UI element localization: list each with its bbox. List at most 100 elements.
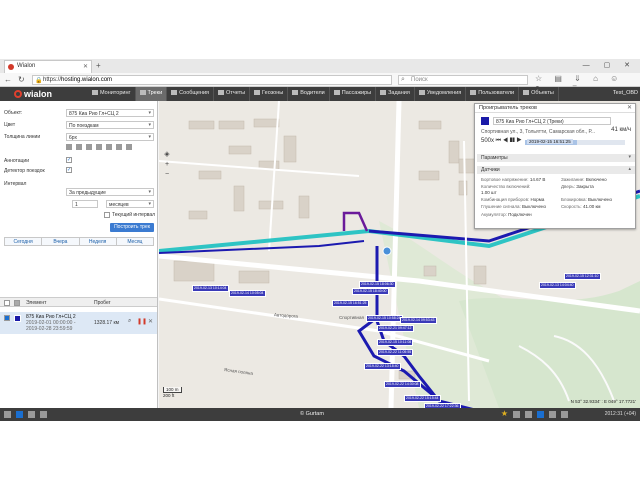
new-tab-button[interactable]: + — [96, 61, 101, 70]
user-name[interactable]: Test_OBD — [613, 90, 638, 96]
users-icon — [470, 90, 477, 95]
table-row[interactable]: 875 Киа Рио Гл+СЦ 2 2019-02-01 00:00:00 … — [0, 312, 157, 334]
search-input[interactable]: ⌕ Поиск — [398, 75, 528, 85]
period-week[interactable]: Неделя — [79, 238, 117, 245]
close-tab-icon[interactable]: ✕ — [83, 63, 88, 70]
menu-tracks[interactable]: Треки — [135, 87, 168, 101]
road-label-sportivnaya: Спортивная — [339, 315, 364, 320]
search-icon[interactable]: ⌕ — [128, 318, 131, 325]
track-annotation[interactable]: 2019-02-15 18:40:00 — [352, 288, 389, 295]
zoom-out-button[interactable]: − — [163, 171, 171, 179]
footer-icon-3[interactable] — [537, 411, 544, 418]
footer-icon-2[interactable] — [525, 411, 532, 418]
track-annotation[interactable]: 2019-02-13 10:14:04 — [192, 285, 229, 292]
reload-icon[interactable]: ↻ — [18, 75, 25, 84]
interval-select[interactable]: За предыдущие ▾ — [66, 188, 154, 196]
object-select[interactable]: 875 Киа Рио Гл+СЦ 2 ▾ — [66, 109, 154, 117]
current-interval-checkbox[interactable] — [104, 212, 110, 218]
menu-users[interactable]: Пользователи — [466, 87, 520, 101]
track-annotation[interactable]: 2019-02-14 09:53:43 — [400, 317, 437, 324]
address-bar[interactable]: 🔒 https://hosting.wialon.com — [32, 75, 392, 85]
main-menu: Мониторинг Треки Сообщения Отчеты Геозон… — [88, 87, 559, 101]
trip-detector-label: Детектор поездок — [4, 168, 45, 174]
track-annotation[interactable]: 2019-02-15 16:51:25 — [332, 300, 369, 307]
row-checkbox[interactable] — [4, 315, 10, 321]
track-annotation[interactable]: 2019-02-15 12:31:10 — [564, 273, 601, 280]
build-track-button[interactable]: Построить трек — [110, 223, 154, 232]
speed-multiplier[interactable]: 500x — [481, 138, 494, 144]
track-annotation[interactable]: 2019-02-22 13:18:40 — [364, 363, 401, 370]
menu-reports[interactable]: Отчеты — [214, 87, 251, 101]
track-annotation[interactable]: 2019-02-15 18:06:30 — [359, 281, 396, 288]
footer-icon-4[interactable] — [549, 411, 556, 418]
menu-units[interactable]: Объекты — [519, 87, 559, 101]
track-settings-panel: Объект: 875 Киа Рио Гл+СЦ 2 ▾ Цвет По пое… — [0, 101, 158, 408]
layer-icon-1[interactable] — [16, 411, 23, 418]
track-annotation[interactable]: 2019-02-21 09:47:12 — [377, 325, 414, 332]
track-annotation[interactable]: 2019-02-22 15:15:44 — [404, 395, 441, 402]
annotations-checkbox[interactable]: ✓ — [66, 157, 72, 163]
width-select[interactable]: 6px ▾ — [66, 133, 154, 141]
menu-jobs[interactable]: Задания — [376, 87, 415, 101]
zoom-in-button[interactable]: + — [163, 161, 171, 169]
track-annotation[interactable]: 2019-02-15 10:11:08 — [377, 339, 414, 346]
app-header: wialon Мониторинг Треки Сообщения Отчеты… — [0, 87, 640, 101]
star-icon[interactable]: ★ — [501, 409, 508, 418]
menu-notifications[interactable]: Уведомления — [415, 87, 467, 101]
track-annotation[interactable]: 2019-02-22 11:05:55 — [377, 349, 414, 356]
color-select[interactable]: По поездкам ▾ — [66, 121, 154, 129]
layers-icon[interactable]: ◈ — [163, 151, 171, 159]
browser-tab[interactable]: Wialon ✕ — [4, 60, 92, 73]
period-tabs: Сегодня Вчера Неделя Месяц — [4, 237, 154, 246]
reports-icon — [218, 90, 225, 95]
pause-icon[interactable]: ❚❚ — [137, 318, 147, 325]
track-annotation[interactable]: 2019-02-14 10:05:04 — [229, 290, 266, 297]
sensors-section[interactable]: Датчики ▴ — [477, 166, 635, 174]
url-prefix: https:// — [43, 77, 62, 83]
interval-count-stepper[interactable]: 1 — [72, 200, 98, 208]
menu-messages[interactable]: Сообщения — [167, 87, 215, 101]
logo-ring-icon — [14, 90, 22, 98]
back-icon[interactable]: ← — [4, 75, 12, 84]
wialon-logo[interactable]: wialon — [14, 89, 52, 99]
style-icon-7[interactable] — [126, 144, 132, 150]
params-section[interactable]: Параметры ▾ — [477, 154, 635, 162]
menu-monitoring[interactable]: Мониторинг — [88, 87, 136, 101]
track-annotation[interactable]: 2019-02-15 10:58:24 — [366, 315, 403, 322]
track-select[interactable]: 875 Киа Рио Гл+СЦ 2 (Треки) — [493, 117, 611, 125]
menu-geofences[interactable]: Геозоны — [250, 87, 289, 101]
map-scale-imperial: 200 ft — [163, 393, 175, 398]
style-icon-5[interactable] — [106, 144, 112, 150]
close-icon[interactable]: ✕ — [627, 104, 632, 111]
menu-drivers[interactable]: Водители — [288, 87, 330, 101]
style-icon-1[interactable] — [66, 144, 72, 150]
footer-icon-5[interactable] — [561, 411, 568, 418]
period-month[interactable]: Месяц — [116, 238, 153, 245]
tracks-icon — [139, 90, 146, 95]
track-color-swatch[interactable] — [14, 315, 21, 322]
style-icon-2[interactable] — [76, 144, 82, 150]
chevron-down-icon: ▾ — [628, 154, 631, 160]
playback-controls[interactable]: 500x ⏮ ◀ ❚❚ ▶ — [481, 138, 522, 145]
layer-icon-2[interactable] — [28, 411, 35, 418]
select-all-checkbox[interactable] — [4, 300, 10, 306]
track-annotation[interactable]: 2019-02-22 14:30:08 — [384, 381, 421, 388]
delete-icon[interactable]: ✕ — [148, 318, 153, 325]
params-label: Параметры — [481, 155, 508, 161]
footer-icon-1[interactable] — [513, 411, 520, 418]
style-icon-4[interactable] — [96, 144, 102, 150]
copyright: © Gurtam — [300, 411, 324, 417]
menu-label: Пользователи — [478, 90, 515, 96]
window-controls[interactable]: — ▢ ✕ — [583, 61, 636, 69]
trip-detector-checkbox[interactable]: ✓ — [66, 167, 72, 173]
col-mileage: Пробег — [94, 300, 111, 306]
layer-icon-3[interactable] — [40, 411, 47, 418]
period-yesterday[interactable]: Вчера — [42, 238, 80, 245]
menu-passengers[interactable]: Пассажиры — [330, 87, 377, 101]
style-icon-3[interactable] — [86, 144, 92, 150]
style-icon-6[interactable] — [116, 144, 122, 150]
track-annotation[interactable]: 2019-02-13 14:04:40 — [539, 282, 576, 289]
panel-toggle-icon[interactable] — [4, 411, 11, 418]
interval-unit-select[interactable]: месяцев ▾ — [106, 200, 154, 208]
period-today[interactable]: Сегодня — [5, 238, 43, 245]
